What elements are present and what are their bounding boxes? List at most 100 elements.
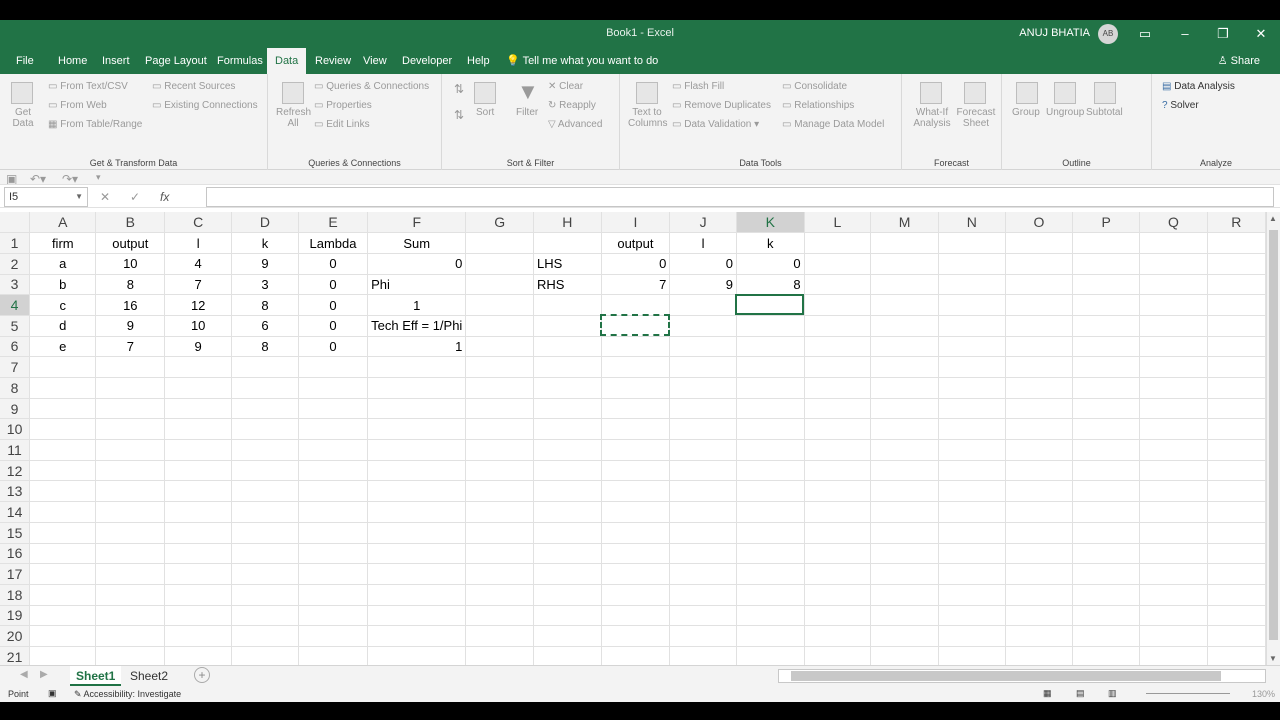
cell[interactable]: 9: [95, 315, 166, 337]
tab-home[interactable]: Home: [50, 48, 95, 74]
remove-duplicates-button[interactable]: ▭ Remove Duplicates: [672, 100, 771, 111]
cell[interactable]: e: [29, 336, 97, 358]
formula-input[interactable]: [206, 187, 1274, 207]
solver-button[interactable]: ? Solver: [1162, 100, 1199, 111]
cell[interactable]: 0: [601, 253, 671, 275]
cell[interactable]: [29, 605, 97, 627]
cell[interactable]: c: [29, 294, 97, 316]
data-validation-button[interactable]: ▭ Data Validation ▾: [672, 119, 759, 130]
row-header[interactable]: 11: [0, 439, 31, 461]
existing-connections-button[interactable]: ▭ Existing Connections: [152, 100, 258, 111]
cell[interactable]: [1207, 584, 1266, 606]
cell[interactable]: [938, 377, 1006, 399]
cell[interactable]: [1139, 522, 1208, 544]
cell[interactable]: 0: [298, 294, 369, 316]
cell[interactable]: [669, 563, 737, 585]
cell[interactable]: [298, 439, 369, 461]
cell[interactable]: [870, 336, 939, 358]
cell[interactable]: [1207, 232, 1266, 254]
cell[interactable]: [938, 232, 1006, 254]
cell[interactable]: Lambda: [298, 232, 369, 254]
cell[interactable]: [465, 418, 535, 441]
cell[interactable]: [164, 377, 233, 399]
column-header[interactable]: B: [95, 212, 166, 234]
cell[interactable]: [231, 480, 299, 503]
cell[interactable]: [870, 253, 939, 275]
cell[interactable]: [804, 356, 872, 378]
select-all-corner[interactable]: [0, 212, 31, 234]
vertical-scrollbar[interactable]: ▲ ▼: [1266, 212, 1280, 665]
cell[interactable]: [804, 605, 872, 627]
cell[interactable]: [95, 439, 166, 461]
cell[interactable]: [870, 315, 939, 337]
cell[interactable]: [164, 522, 233, 544]
cell[interactable]: [601, 356, 671, 378]
cell[interactable]: [298, 625, 369, 647]
accessibility-status[interactable]: ✎ Accessibility: Investigate: [74, 689, 181, 700]
cell[interactable]: [367, 398, 467, 420]
cell[interactable]: [29, 398, 97, 420]
cell[interactable]: [533, 315, 602, 337]
cell[interactable]: [601, 501, 671, 523]
cell[interactable]: [804, 563, 872, 585]
share-button[interactable]: ♙ Share: [1218, 48, 1260, 74]
cell[interactable]: output: [95, 232, 166, 254]
horizontal-scrollbar[interactable]: [778, 669, 1266, 683]
cell[interactable]: 0: [298, 274, 369, 296]
consolidate-button[interactable]: ▭ Consolidate: [782, 81, 847, 92]
cell[interactable]: a: [29, 253, 97, 275]
customize-qat-icon[interactable]: ▾: [96, 172, 101, 183]
cell[interactable]: [1207, 563, 1266, 585]
cell[interactable]: [1207, 480, 1266, 503]
cell[interactable]: [1139, 625, 1208, 647]
cell[interactable]: [1072, 543, 1141, 565]
tab-view[interactable]: View: [355, 48, 395, 74]
cell[interactable]: [164, 584, 233, 606]
cell[interactable]: 6: [231, 315, 299, 337]
cell[interactable]: [95, 460, 166, 482]
cell[interactable]: Sum: [367, 232, 467, 254]
cell[interactable]: [29, 439, 97, 461]
cell[interactable]: [465, 522, 535, 544]
cell[interactable]: [1072, 315, 1141, 337]
cell[interactable]: [164, 439, 233, 461]
sheet-tab-sheet1[interactable]: Sheet1: [70, 666, 122, 686]
cell[interactable]: [669, 501, 737, 523]
cell[interactable]: output: [601, 232, 671, 254]
cell[interactable]: [1207, 398, 1266, 420]
row-header[interactable]: 2: [0, 253, 31, 275]
cell[interactable]: [95, 501, 166, 523]
cell[interactable]: [164, 625, 233, 647]
cell[interactable]: [938, 646, 1006, 665]
cell[interactable]: [804, 294, 872, 316]
cell[interactable]: [1139, 232, 1208, 254]
cell[interactable]: [1139, 253, 1208, 275]
close-icon[interactable]: ✕: [1250, 24, 1272, 44]
cell[interactable]: [870, 294, 939, 316]
cell[interactable]: [938, 480, 1006, 503]
column-header[interactable]: Q: [1139, 212, 1208, 234]
row-header[interactable]: 18: [0, 584, 31, 606]
group-button[interactable]: Group: [1012, 107, 1040, 118]
cell[interactable]: [465, 543, 535, 565]
cell[interactable]: [1072, 418, 1141, 441]
cell[interactable]: [465, 336, 535, 358]
cell[interactable]: [465, 315, 535, 337]
cell[interactable]: [870, 377, 939, 399]
cell[interactable]: [1139, 605, 1208, 627]
relationships-button[interactable]: ▭ Relationships: [782, 100, 854, 111]
cell[interactable]: [938, 315, 1006, 337]
cell[interactable]: [1005, 398, 1074, 420]
cell[interactable]: [465, 356, 535, 378]
cell[interactable]: [1207, 253, 1266, 275]
cell[interactable]: [870, 460, 939, 482]
cell[interactable]: [231, 625, 299, 647]
cell[interactable]: 8: [736, 274, 805, 296]
cell[interactable]: [736, 336, 805, 358]
cell[interactable]: [164, 398, 233, 420]
cell[interactable]: [29, 480, 97, 503]
cell[interactable]: [533, 563, 602, 585]
cell[interactable]: [1139, 418, 1208, 441]
column-header[interactable]: A: [29, 212, 97, 234]
cell[interactable]: [1005, 315, 1074, 337]
